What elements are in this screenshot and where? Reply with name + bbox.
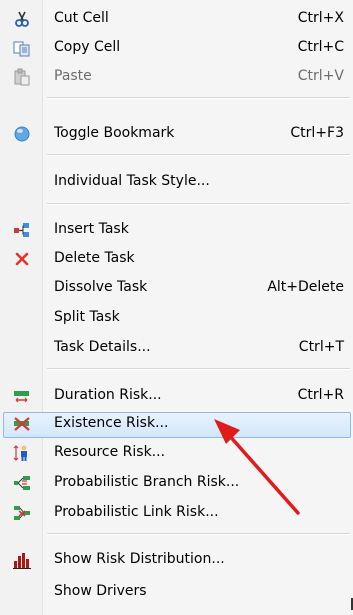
menu-item-split-task[interactable]: Split Task <box>0 303 353 333</box>
menu-item-label: Show Risk Distribution... <box>54 551 225 567</box>
menu-item-duration-risk[interactable]: Duration Risk... Ctrl+R <box>0 381 353 411</box>
menu-item-shortcut: Alt+Delete <box>267 279 344 295</box>
delete-x-icon <box>15 252 29 266</box>
menu-item-label: Individual Task Style... <box>54 173 210 189</box>
menu-separator <box>47 368 350 370</box>
insert-task-icon <box>14 223 29 237</box>
branch-risk-icon <box>14 476 30 490</box>
menu-item-shortcut: Ctrl+V <box>297 68 344 84</box>
menu-item-shortcut: Ctrl+C <box>297 39 344 55</box>
menu-separator <box>47 533 350 535</box>
menu-item-paste[interactable]: Paste Ctrl+V <box>0 62 353 92</box>
menu-item-label: Probabilistic Link Risk... <box>54 504 219 520</box>
resource-risk-icon <box>13 445 27 461</box>
menu-separator <box>47 203 350 205</box>
menu-item-shortcut: Ctrl+X <box>297 10 344 26</box>
existence-risk-icon <box>14 417 30 431</box>
link-risk-icon <box>14 506 30 520</box>
scissors-icon <box>15 11 29 27</box>
menu-item-label: Copy Cell <box>54 39 121 55</box>
menu-item-label: Probabilistic Branch Risk... <box>54 474 240 490</box>
context-menu: Cut Cell Ctrl+X Copy Cell Ctrl+C Paste C… <box>0 0 353 615</box>
menu-item-task-details[interactable]: Task Details... Ctrl+T <box>0 333 353 363</box>
menu-item-label: Dissolve Task <box>54 279 148 295</box>
menu-item-shortcut: Ctrl+T <box>298 339 344 355</box>
menu-item-toggle-bookmark[interactable]: Toggle Bookmark Ctrl+F3 <box>0 119 353 149</box>
menu-item-probabilistic-branch-risk[interactable]: Probabilistic Branch Risk... <box>0 468 353 498</box>
menu-separator <box>47 154 350 156</box>
menu-item-label: Resource Risk... <box>54 444 166 460</box>
menu-item-show-drivers[interactable]: Show Drivers <box>0 577 353 607</box>
menu-item-label: Toggle Bookmark <box>54 125 175 141</box>
menu-item-copy-cell[interactable]: Copy Cell Ctrl+C <box>0 33 353 63</box>
menu-item-show-risk-distribution[interactable]: Show Risk Distribution... <box>0 545 353 575</box>
menu-item-individual-task-style[interactable]: Individual Task Style... <box>0 167 353 197</box>
menu-item-label: Insert Task <box>54 221 129 237</box>
menu-item-label: Task Details... <box>54 339 151 355</box>
menu-item-resource-risk[interactable]: Resource Risk... <box>0 438 353 468</box>
menu-item-label: Show Drivers <box>54 583 147 599</box>
menu-item-label: Cut Cell <box>54 10 109 26</box>
paste-icon <box>14 68 30 86</box>
menu-item-insert-task[interactable]: Insert Task <box>0 215 353 245</box>
menu-item-label: Delete Task <box>54 250 135 266</box>
bookmark-icon <box>14 126 30 142</box>
copy-icon <box>13 41 30 57</box>
menu-item-probabilistic-link-risk[interactable]: Probabilistic Link Risk... <box>0 498 353 528</box>
menu-item-label: Duration Risk... <box>54 387 162 403</box>
menu-item-shortcut: Ctrl+F3 <box>290 125 344 141</box>
menu-item-shortcut: Ctrl+R <box>297 387 344 403</box>
histogram-icon <box>13 553 31 569</box>
menu-item-label: Paste <box>54 68 92 84</box>
menu-item-delete-task[interactable]: Delete Task <box>0 244 353 274</box>
menu-item-label: Split Task <box>54 309 120 325</box>
duration-risk-icon <box>14 391 29 403</box>
menu-separator <box>47 97 350 99</box>
menu-item-cut-cell[interactable]: Cut Cell Ctrl+X <box>0 4 353 34</box>
menu-item-label: Existence Risk... <box>54 415 169 431</box>
menu-item-dissolve-task[interactable]: Dissolve Task Alt+Delete <box>0 273 353 303</box>
